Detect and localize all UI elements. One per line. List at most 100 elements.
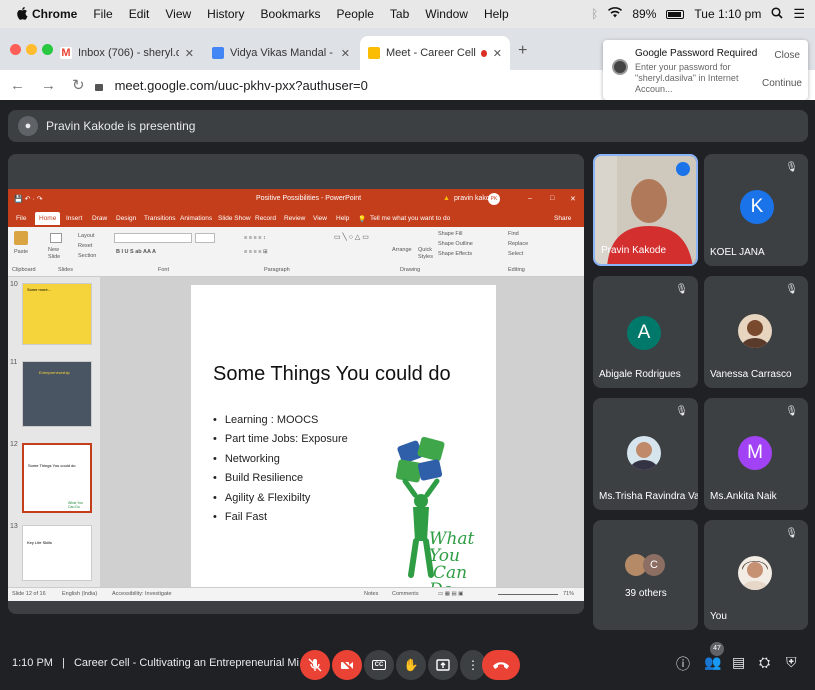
- participant-tile-trisha[interactable]: 🎙 Ms.Trisha Ravindra Va...: [593, 398, 698, 510]
- new-slide-button[interactable]: New Slide: [48, 247, 72, 261]
- find-button[interactable]: Find: [508, 231, 519, 237]
- meeting-details-icon[interactable]: ⓘ: [676, 654, 690, 674]
- shapes-gallery-icon[interactable]: ▭ ╲ ○ △ ▭: [334, 233, 369, 241]
- lock-icon[interactable]: [94, 83, 103, 91]
- ppt-tab-view[interactable]: View: [313, 215, 327, 222]
- close-tab-icon[interactable]: ✕: [185, 47, 194, 60]
- menu-file[interactable]: File: [93, 7, 112, 21]
- slide-thumbnail-10[interactable]: Some more...: [22, 283, 92, 345]
- close-tab-icon[interactable]: ✕: [341, 47, 350, 60]
- participant-tile-abigale[interactable]: 🎙 A Abigale Rodrigues: [593, 276, 698, 388]
- slide-thumbnail-11[interactable]: Entrepreneurship: [22, 361, 92, 427]
- ppt-tab-animations[interactable]: Animations: [180, 215, 212, 222]
- minimize-window-button[interactable]: [26, 44, 37, 55]
- ppt-tab-slide-show[interactable]: Slide Show: [218, 215, 251, 222]
- ppt-tab-file[interactable]: File: [16, 215, 26, 222]
- menu-bookmarks[interactable]: Bookmarks: [261, 7, 321, 21]
- clock[interactable]: Tue 1:10 pm: [694, 7, 761, 21]
- bluetooth-icon[interactable]: ᛒ: [591, 7, 598, 21]
- menu-help[interactable]: Help: [484, 7, 509, 21]
- ppt-tab-design[interactable]: Design: [116, 215, 136, 222]
- font-format-icons[interactable]: B I U S ab AA A: [116, 249, 156, 255]
- menu-view[interactable]: View: [165, 7, 191, 21]
- url-field[interactable]: meet.google.com/uuc-pkhv-pxx?authuser=0: [115, 78, 368, 93]
- new-tab-button[interactable]: +: [518, 42, 527, 60]
- camera-off-button[interactable]: [332, 650, 362, 680]
- slide-thumbnail-13[interactable]: Key Life Skills: [22, 525, 92, 581]
- present-screen-button[interactable]: [428, 650, 458, 680]
- slide-thumbnail-12[interactable]: Some Things You could do What You Can Do: [22, 443, 92, 513]
- view-mode-icons[interactable]: ▭ ▦ ▤ ▣: [438, 591, 463, 597]
- spotlight-search-icon[interactable]: [771, 6, 783, 22]
- back-arrow-icon[interactable]: ←: [10, 77, 25, 94]
- ppt-tab-insert[interactable]: Insert: [66, 215, 82, 222]
- paste-button[interactable]: Paste: [14, 249, 28, 255]
- ppt-share-button[interactable]: Share: [554, 215, 571, 222]
- reload-icon[interactable]: ↻: [72, 76, 85, 94]
- apple-menu-icon[interactable]: [16, 6, 28, 23]
- close-button[interactable]: Close: [774, 50, 800, 61]
- zoom-slider[interactable]: [498, 594, 558, 595]
- section-button[interactable]: Section: [78, 253, 96, 259]
- people-icon[interactable]: 👥: [704, 654, 721, 671]
- align-icons[interactable]: ≡ ≡ ≡ ≡ ⊞: [244, 249, 268, 255]
- forward-arrow-icon[interactable]: →: [41, 77, 56, 94]
- ppt-tab-record[interactable]: Record: [255, 215, 276, 222]
- ppt-tab-help[interactable]: Help: [336, 215, 349, 222]
- shape-effects-button[interactable]: Shape Effects: [438, 251, 472, 257]
- participant-tile-vanessa[interactable]: 🎙 Vanessa Carrasco: [704, 276, 808, 388]
- leave-call-button[interactable]: [482, 650, 520, 680]
- tab-meet[interactable]: Meet - Career Cell - Cultiv ✕: [360, 36, 510, 70]
- continue-button[interactable]: Continue: [762, 78, 802, 89]
- participant-tile-ankita[interactable]: 🎙 M Ms.Ankita Naik: [704, 398, 808, 510]
- tab-calendar[interactable]: Vidya Vikas Mandal - Calenda ✕: [204, 36, 358, 70]
- shape-fill-button[interactable]: Shape Fill: [438, 231, 462, 237]
- menu-window[interactable]: Window: [425, 7, 468, 21]
- ppt-tab-home[interactable]: Home: [35, 212, 61, 225]
- menu-tab[interactable]: Tab: [390, 7, 409, 21]
- comments-button[interactable]: Comments: [392, 591, 419, 597]
- host-controls-icon[interactable]: ⛨: [786, 654, 797, 671]
- participant-tile-others[interactable]: C 39 others: [593, 520, 698, 630]
- quick-styles-button[interactable]: Quick Styles: [418, 247, 436, 261]
- ppt-tab-draw[interactable]: Draw: [92, 215, 107, 222]
- close-tab-icon[interactable]: ✕: [493, 47, 502, 60]
- reset-button[interactable]: Reset: [78, 243, 92, 249]
- participant-tile-you[interactable]: 🎙 You: [704, 520, 808, 630]
- captions-button[interactable]: CC: [364, 650, 394, 680]
- mic-off-button[interactable]: [300, 650, 330, 680]
- menu-people[interactable]: People: [337, 7, 374, 21]
- shape-outline-button[interactable]: Shape Outline: [438, 241, 473, 247]
- participant-tile-pravin[interactable]: Pravin Kakode: [593, 154, 698, 266]
- layout-button[interactable]: Layout: [78, 233, 95, 239]
- font-name-dropdown[interactable]: [114, 233, 192, 243]
- tab-gmail[interactable]: M Inbox (706) - sheryl.dasilva@v ✕: [52, 36, 202, 70]
- replace-button[interactable]: Replace: [508, 241, 528, 247]
- meeting-title[interactable]: Career Cell - Cultivating an Entrepreneu…: [74, 657, 308, 669]
- language-indicator[interactable]: English (India): [62, 591, 97, 597]
- new-slide-icon[interactable]: [50, 233, 62, 243]
- control-center-icon[interactable]: ☰: [793, 6, 805, 22]
- arrange-button[interactable]: Arrange: [392, 247, 412, 253]
- ppt-tab-review[interactable]: Review: [284, 215, 305, 222]
- ppt-minimize-icon[interactable]: –: [528, 195, 532, 202]
- wifi-icon[interactable]: [608, 7, 623, 21]
- paragraph-format-icons[interactable]: ≡ ≡ ≡ ≡ ↕: [244, 235, 266, 241]
- current-slide[interactable]: Some Things You could do Learning : MOOC…: [191, 285, 496, 599]
- activities-icon[interactable]: ⛭: [759, 654, 770, 671]
- ppt-tab-transitions[interactable]: Transitions: [144, 215, 176, 222]
- chat-icon[interactable]: ▤: [732, 654, 745, 671]
- select-button[interactable]: Select: [508, 251, 523, 257]
- menu-history[interactable]: History: [207, 7, 244, 21]
- participant-tile-koel[interactable]: 🎙 K KOEL JANA: [704, 154, 808, 266]
- ppt-close-icon[interactable]: ✕: [570, 195, 576, 203]
- ppt-restore-icon[interactable]: □: [550, 195, 554, 202]
- notes-button[interactable]: Notes: [364, 591, 378, 597]
- close-window-button[interactable]: [10, 44, 21, 55]
- app-menu-chrome[interactable]: Chrome: [32, 7, 77, 21]
- menu-edit[interactable]: Edit: [129, 7, 150, 21]
- font-size-dropdown[interactable]: [195, 233, 215, 243]
- raise-hand-button[interactable]: ✋: [396, 650, 426, 680]
- tell-me-field[interactable]: Tell me what you want to do: [370, 215, 450, 222]
- zoom-level[interactable]: 71%: [563, 591, 574, 597]
